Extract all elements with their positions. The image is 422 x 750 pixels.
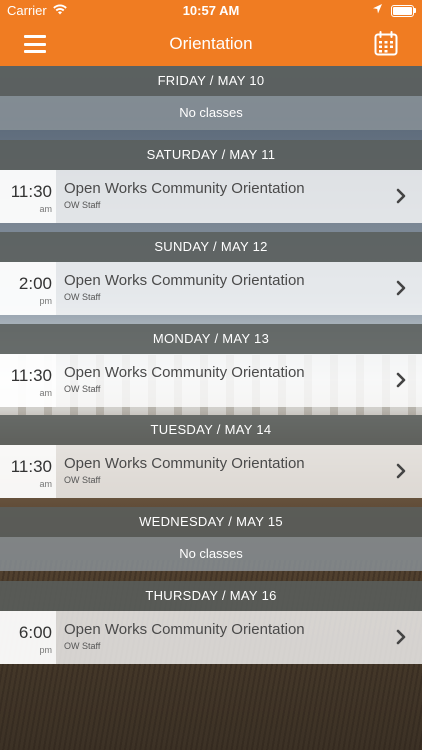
class-instructor: OW Staff	[64, 384, 101, 394]
class-row-saturday[interactable]: 11:30 am Open Works Community Orientatio…	[0, 170, 422, 223]
class-instructor: OW Staff	[64, 475, 101, 485]
class-ampm: am	[39, 479, 52, 489]
class-ampm: am	[39, 204, 52, 214]
class-time: 6:00	[18, 623, 52, 642]
day-header-monday: MONDAY / MAY 13	[0, 324, 422, 354]
class-info: Open Works Community Orientation OW Staf…	[56, 170, 422, 223]
class-time: 11:30	[10, 457, 52, 476]
class-row-tuesday[interactable]: 11:30 am Open Works Community Orientatio…	[0, 445, 422, 498]
day-header-saturday: SATURDAY / MAY 11	[0, 140, 422, 170]
class-name: Open Works Community Orientation	[64, 180, 305, 197]
status-bar: Carrier 10:57 AM	[0, 0, 422, 22]
page-title: Orientation	[169, 34, 253, 53]
day-header-wednesday: WEDNESDAY / MAY 15	[0, 507, 422, 537]
class-time: 11:30	[10, 366, 52, 385]
class-instructor: OW Staff	[64, 292, 101, 302]
chevron-right-icon	[393, 188, 409, 204]
class-row-sunday[interactable]: 2:00 pm Open Works Community Orientation…	[0, 262, 422, 315]
day-header-friday: FRIDAY / MAY 10	[0, 66, 422, 96]
class-row-thursday[interactable]: 6:00 pm Open Works Community Orientation…	[0, 611, 422, 664]
class-row-monday[interactable]: 11:30 am Open Works Community Orientatio…	[0, 354, 422, 407]
time-cell: 11:30 am	[0, 170, 56, 223]
class-name: Open Works Community Orientation	[64, 364, 305, 381]
time-cell: 6:00 pm	[0, 611, 56, 664]
class-info: Open Works Community Orientation OW Staf…	[56, 611, 422, 664]
time-cell: 2:00 pm	[0, 262, 56, 315]
no-classes-label: No classes	[0, 96, 422, 130]
chevron-right-icon	[393, 372, 409, 388]
no-classes-label: No classes	[0, 537, 422, 571]
calendar-icon[interactable]	[374, 31, 398, 56]
class-ampm: pm	[39, 296, 52, 306]
chevron-right-icon	[393, 463, 409, 479]
class-info: Open Works Community Orientation OW Staf…	[56, 354, 422, 407]
battery-tip	[414, 8, 416, 13]
class-info: Open Works Community Orientation OW Staf…	[56, 445, 422, 498]
day-header-thursday: THURSDAY / MAY 16	[0, 581, 422, 611]
chevron-right-icon	[393, 629, 409, 645]
class-name: Open Works Community Orientation	[64, 621, 305, 638]
time-cell: 11:30 am	[0, 445, 56, 498]
class-info: Open Works Community Orientation OW Staf…	[56, 262, 422, 315]
nav-bar: Orientation	[0, 22, 422, 66]
day-header-tuesday: TUESDAY / MAY 14	[0, 415, 422, 445]
class-ampm: am	[39, 388, 52, 398]
class-instructor: OW Staff	[64, 641, 101, 651]
class-time: 2:00	[18, 274, 52, 293]
location-arrow-icon	[372, 3, 383, 18]
class-name: Open Works Community Orientation	[64, 272, 305, 289]
class-instructor: OW Staff	[64, 200, 101, 210]
day-header-sunday: SUNDAY / MAY 12	[0, 232, 422, 262]
class-ampm: pm	[39, 645, 52, 655]
class-name: Open Works Community Orientation	[64, 455, 305, 472]
battery-icon	[391, 5, 414, 17]
time-cell: 11:30 am	[0, 354, 56, 407]
clock: 10:57 AM	[182, 3, 240, 18]
chevron-right-icon	[393, 280, 409, 296]
class-time: 11:30	[10, 182, 52, 201]
